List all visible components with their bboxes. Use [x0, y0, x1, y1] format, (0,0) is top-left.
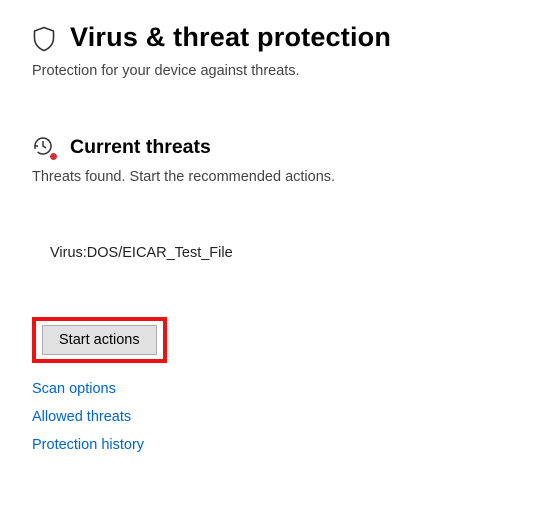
annotation-highlight: Start actions — [32, 317, 167, 363]
allowed-threats-link[interactable]: Allowed threats — [32, 409, 530, 425]
history-alert-icon — [32, 135, 56, 159]
page-title: Virus & threat protection — [70, 22, 391, 53]
current-threats-section: Current threats Threats found. Start the… — [32, 135, 530, 453]
section-header: Current threats — [32, 135, 530, 159]
scan-options-link[interactable]: Scan options — [32, 381, 530, 397]
links-list: Scan options Allowed threats Protection … — [32, 381, 530, 453]
protection-history-link[interactable]: Protection history — [32, 437, 530, 453]
alert-badge — [49, 152, 58, 161]
page-subtitle: Protection for your device against threa… — [32, 63, 530, 79]
shield-icon — [32, 26, 56, 50]
section-subtitle: Threats found. Start the recommended act… — [32, 169, 530, 185]
threat-item: Virus:DOS/EICAR_Test_File — [50, 245, 530, 261]
page-header: Virus & threat protection — [32, 22, 530, 53]
action-row: Start actions — [32, 317, 530, 363]
section-title: Current threats — [70, 136, 211, 159]
start-actions-button[interactable]: Start actions — [42, 325, 157, 355]
